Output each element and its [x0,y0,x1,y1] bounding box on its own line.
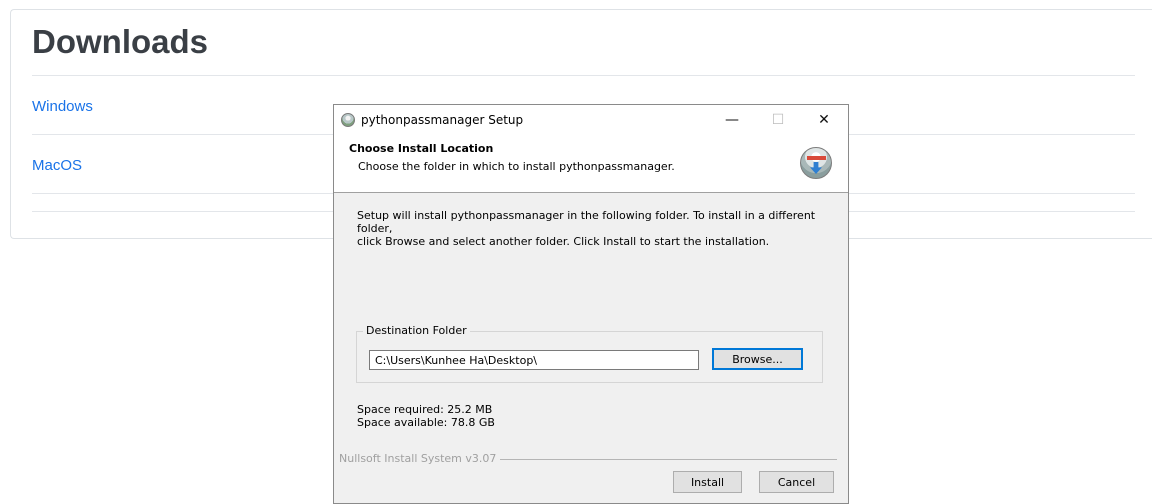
browse-button[interactable]: Browse... [712,348,803,370]
instructions-line-2: click Browse and select another folder. … [357,235,770,248]
setup-dialog: pythonpassmanager Setup — ☐ ✕ Choose Ins… [333,104,849,504]
install-button[interactable]: Install [673,471,742,493]
icon-banner [807,156,826,160]
branding-line: Nullsoft Install System v3.07 [339,452,837,466]
instructions-line-1: Setup will install pythonpassmanager in … [357,209,816,235]
download-arrow [810,162,822,174]
page-title: Downloads [32,23,209,60]
installer-globe-icon [341,113,355,127]
dialog-title: pythonpassmanager Setup [361,113,524,127]
dialog-header: Choose Install Location Choose the folde… [334,135,848,193]
macos-download-link[interactable]: MacOS [32,156,82,176]
minimize-button[interactable]: — [709,105,755,135]
step-title: Choose Install Location [349,142,494,155]
space-available-text: Space available: 78.8 GB [357,416,495,429]
space-required-text: Space required: 25.2 MB [357,403,493,416]
step-subtitle: Choose the folder in which to install py… [358,160,675,173]
dialog-titlebar[interactable]: pythonpassmanager Setup — ☐ ✕ [334,105,848,135]
instructions-text: Setup will install pythonpassmanager in … [357,209,827,248]
destination-path-input[interactable] [369,350,699,370]
destination-folder-label: Destination Folder [363,324,470,337]
maximize-button[interactable]: ☐ [755,105,801,135]
divider [32,75,1135,76]
close-button[interactable]: ✕ [801,105,847,135]
branding-text: Nullsoft Install System v3.07 [339,452,501,466]
installer-download-icon [800,147,832,179]
cancel-button[interactable]: Cancel [759,471,834,493]
windows-download-link[interactable]: Windows [32,97,93,117]
